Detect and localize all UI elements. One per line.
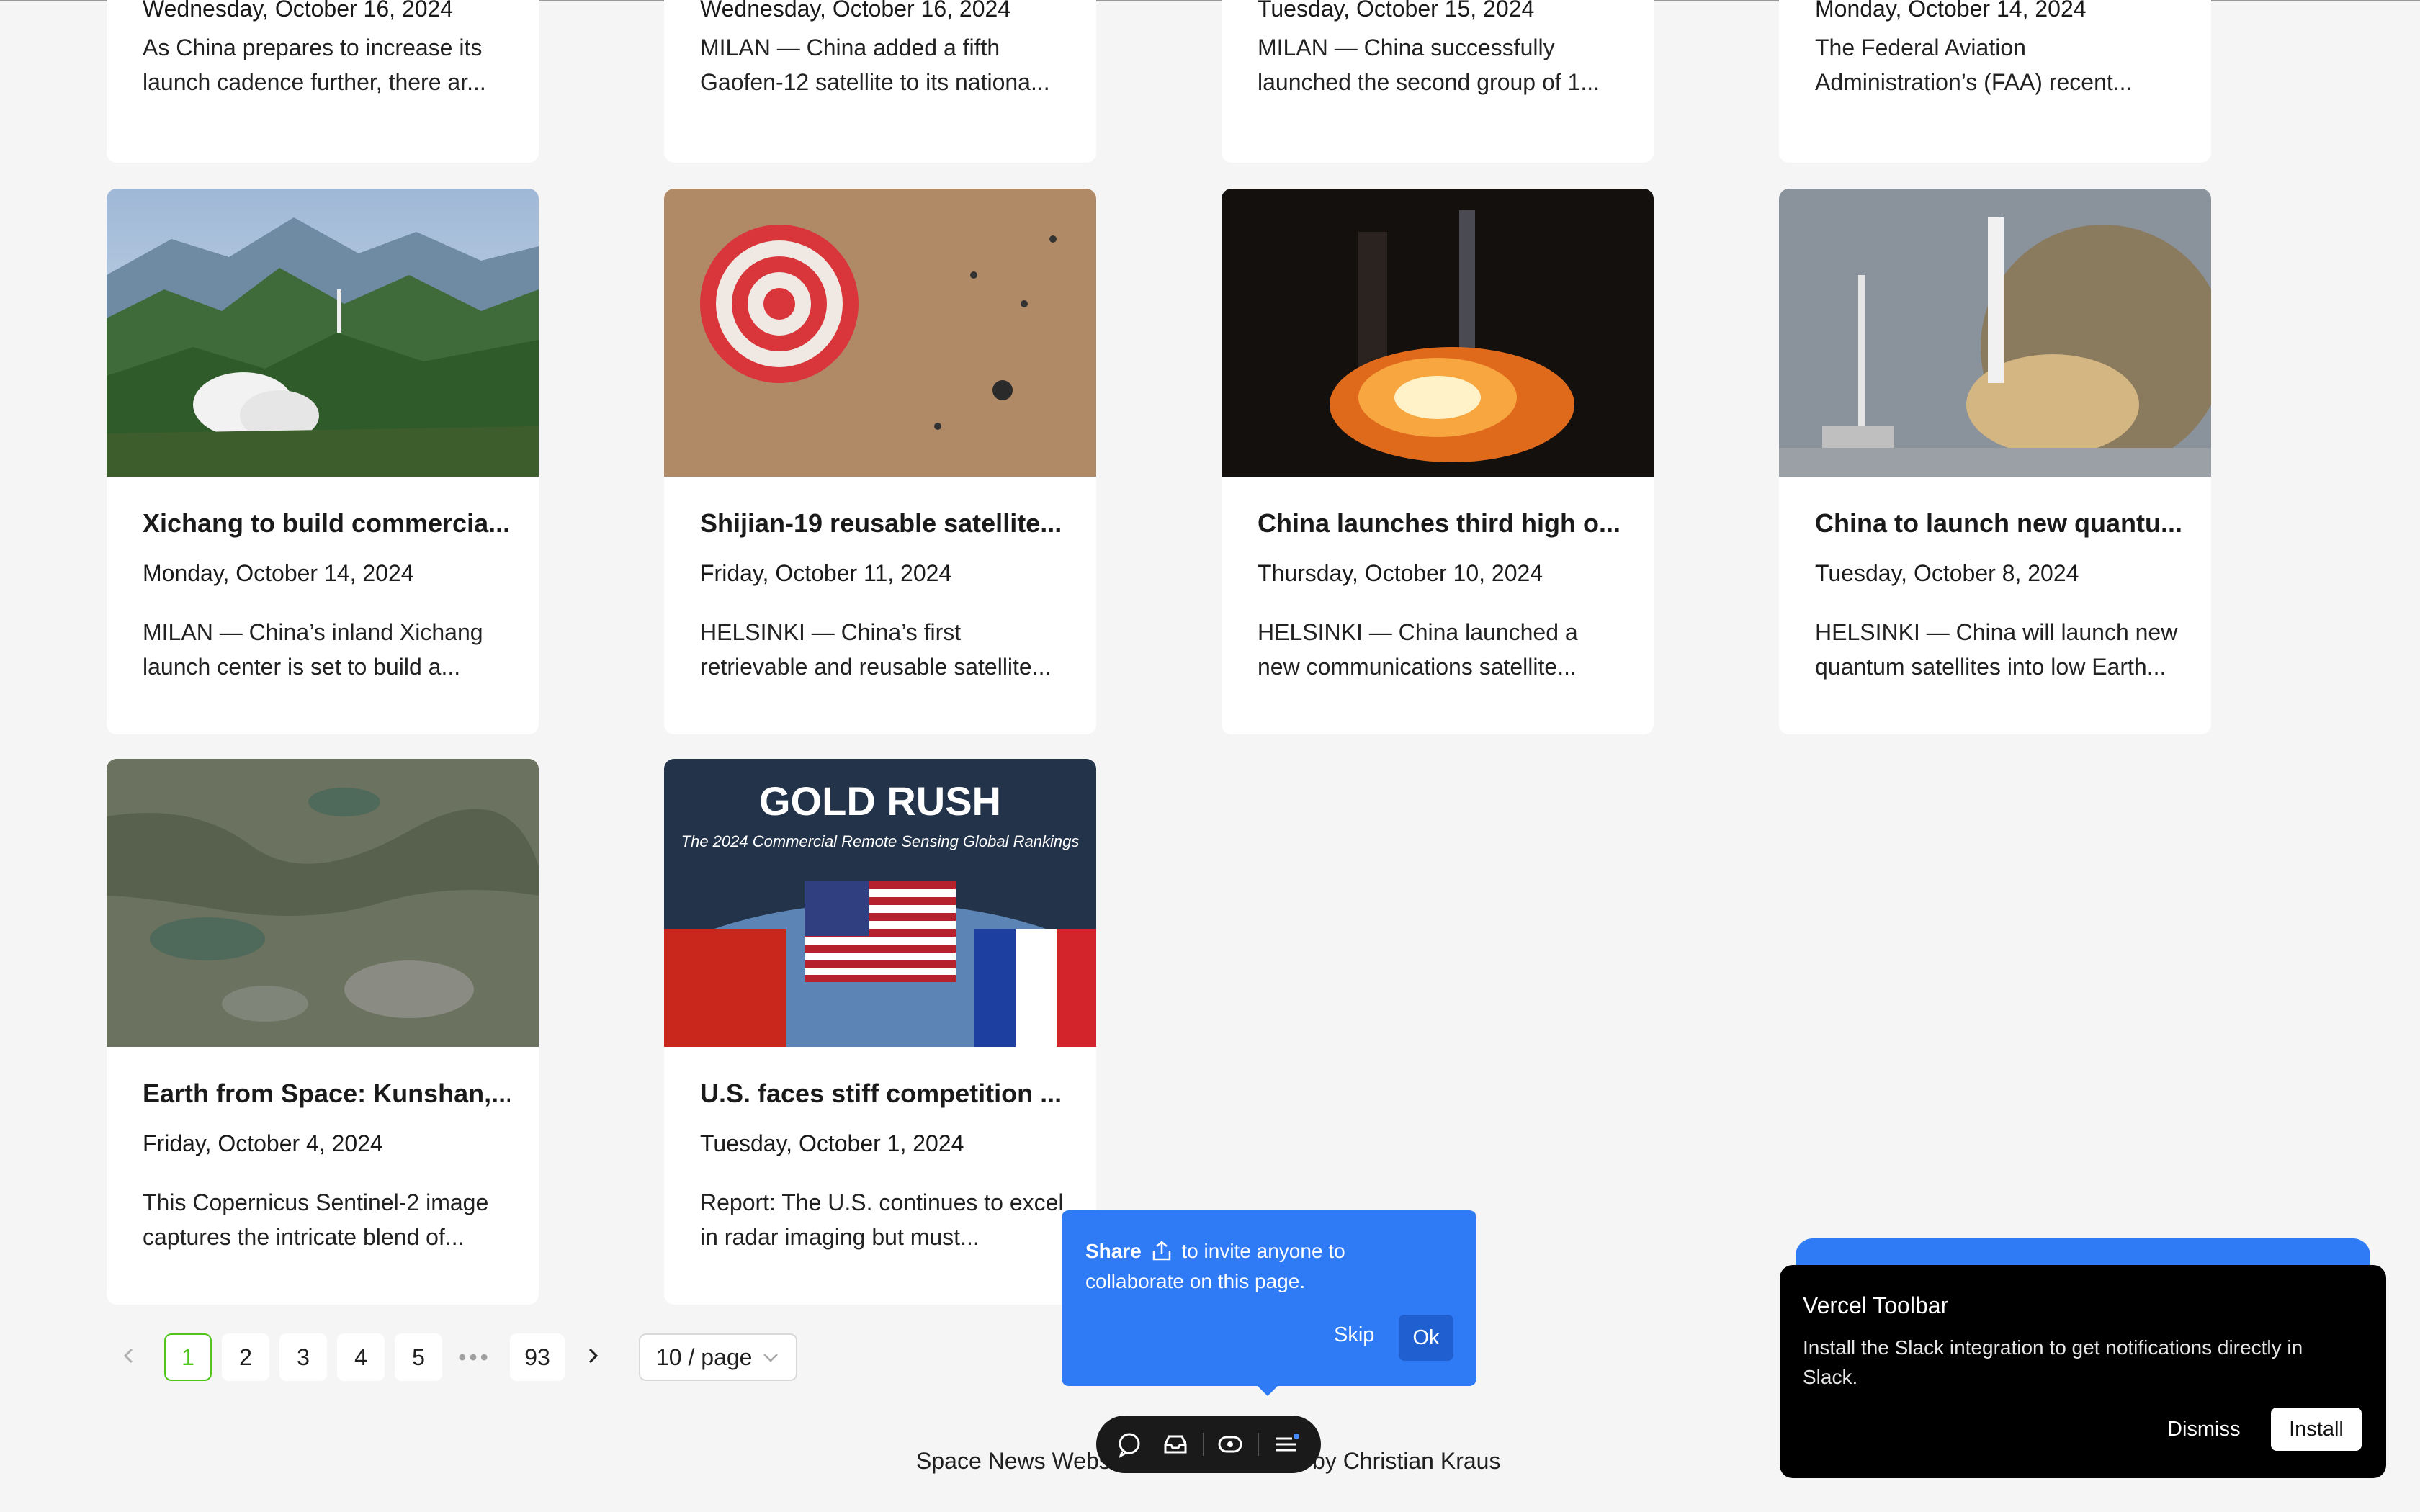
install-button[interactable]: Install <box>2271 1408 2362 1451</box>
card-date: Friday, October 11, 2024 <box>700 560 952 586</box>
page-size-select[interactable]: 10 / page <box>639 1333 797 1381</box>
next-page-button[interactable] <box>569 1333 617 1381</box>
news-card[interactable]: Earth from Space: Kunshan,... Friday, Oc… <box>107 759 539 1305</box>
card-date: Tuesday, October 15, 2024 <box>1258 0 1535 22</box>
card-title[interactable]: Earth from Space: Kunshan,... <box>143 1079 510 1109</box>
card-date: Monday, October 14, 2024 <box>143 560 414 586</box>
vercel-toolbar <box>1096 1416 1321 1473</box>
news-card[interactable]: Wednesday, October 16, 2024 As China pre… <box>107 0 539 163</box>
toast-title: Vercel Toolbar <box>1803 1292 1949 1318</box>
card-date: Friday, October 4, 2024 <box>143 1130 383 1156</box>
ok-button[interactable]: Ok <box>1399 1315 1453 1361</box>
vercel-toolbar-toast: Vercel Toolbar Install the Slack integra… <box>1780 1265 2386 1478</box>
parachute-landing-image <box>664 189 1096 477</box>
page-2-button[interactable]: 2 <box>222 1333 269 1381</box>
card-excerpt: MILAN — China added a fifth Gaofen-12 sa… <box>700 35 1050 95</box>
page-3-button[interactable]: 3 <box>279 1333 327 1381</box>
news-card[interactable]: Xichang to build commercia... Monday, Oc… <box>107 189 539 734</box>
card-excerpt: HELSINKI — China will launch new quantum… <box>1815 619 2178 680</box>
page-size-value: 10 / page <box>656 1344 753 1370</box>
menu-icon[interactable] <box>1272 1430 1301 1459</box>
share-onboarding-popover: Share to invite anyone to collaborate on… <box>1062 1210 1476 1396</box>
inbox-icon[interactable] <box>1161 1430 1190 1459</box>
night-launch-image <box>1222 189 1654 477</box>
svg-text:The 2024 Commercial Remote Sen: The 2024 Commercial Remote Sensing Globa… <box>681 832 1080 850</box>
card-title[interactable]: China to launch new quantu... <box>1815 508 2182 539</box>
share-label: Share <box>1085 1240 1142 1262</box>
card-excerpt: The Federal Aviation Administration’s (F… <box>1815 35 2133 95</box>
card-excerpt: HELSINKI — China’s first retrievable and… <box>700 619 1052 680</box>
news-card[interactable]: Wednesday, October 16, 2024 MILAN — Chin… <box>664 0 1096 163</box>
footer-text-right: by Christian Kraus <box>1312 1448 1501 1474</box>
pagination-ellipsis[interactable]: ••• <box>451 1333 498 1381</box>
card-excerpt: This Copernicus Sentinel-2 image capture… <box>143 1189 489 1250</box>
card-title[interactable]: China launches third high o... <box>1258 508 1625 539</box>
chevron-right-icon <box>583 1344 602 1371</box>
card-date: Tuesday, October 8, 2024 <box>1815 560 2079 586</box>
chevron-down-icon <box>760 1346 781 1368</box>
popover-arrow <box>1256 1385 1279 1396</box>
card-excerpt: HELSINKI — China launched a new communic… <box>1258 619 1578 680</box>
card-date: Wednesday, October 16, 2024 <box>143 0 454 22</box>
page-5-button[interactable]: 5 <box>395 1333 442 1381</box>
card-excerpt: MILAN — China successfully launched the … <box>1258 35 1600 95</box>
card-excerpt: Report: The U.S. continues to excel in r… <box>700 1189 1064 1250</box>
card-date: Thursday, October 10, 2024 <box>1258 560 1543 586</box>
footer-text-left: Space News Webs <box>916 1448 1111 1474</box>
news-card[interactable]: GOLD RUSH The 2024 Commercial Remote Sen… <box>664 759 1096 1305</box>
card-date: Tuesday, October 1, 2024 <box>700 1130 964 1156</box>
news-card[interactable]: Shijian-19 reusable satellite... Friday,… <box>664 189 1096 734</box>
news-card[interactable]: China to launch new quantu... Tuesday, O… <box>1779 189 2211 734</box>
toolbar-divider <box>1203 1433 1204 1456</box>
chevron-left-icon <box>120 1344 138 1371</box>
comment-icon[interactable] <box>1115 1430 1144 1459</box>
page-1-button[interactable]: 1 <box>164 1333 212 1381</box>
card-date: Monday, October 14, 2024 <box>1815 0 2087 22</box>
toast-description: Install the Slack integration to get not… <box>1803 1336 2303 1388</box>
skip-button[interactable]: Skip <box>1334 1323 1374 1347</box>
share-message: Share to invite anyone to collaborate on… <box>1085 1236 1446 1297</box>
page-4-button[interactable]: 4 <box>337 1333 385 1381</box>
card-title[interactable]: U.S. faces stiff competition ... <box>700 1079 1067 1109</box>
svg-text:GOLD RUSH: GOLD RUSH <box>759 778 1001 824</box>
card-title[interactable]: Shijian-19 reusable satellite... <box>700 508 1067 539</box>
dismiss-button[interactable]: Dismiss <box>2167 1418 2241 1441</box>
page-93-button[interactable]: 93 <box>510 1333 565 1381</box>
news-card[interactable]: Tuesday, October 15, 2024 MILAN — China … <box>1222 0 1654 163</box>
card-excerpt: As China prepares to increase its launch… <box>143 35 486 95</box>
card-title[interactable]: Xichang to build commercia... <box>143 508 510 539</box>
share-icon <box>1150 1240 1173 1261</box>
gold-rush-flags-image: GOLD RUSH The 2024 Commercial Remote Sen… <box>664 759 1096 1047</box>
prev-page-button[interactable] <box>105 1333 153 1381</box>
news-card[interactable]: Monday, October 14, 2024 The Federal Avi… <box>1779 0 2211 163</box>
toolbar-divider <box>1258 1433 1259 1456</box>
mountain-launch-image <box>107 189 539 477</box>
satellite-terrain-image <box>107 759 539 1047</box>
news-card[interactable]: China launches third high o... Thursday,… <box>1222 189 1654 734</box>
eye-icon[interactable] <box>1216 1430 1245 1459</box>
rocket-liftoff-image <box>1779 189 2211 477</box>
card-excerpt: MILAN — China’s inland Xichang launch ce… <box>143 619 483 680</box>
card-date: Wednesday, October 16, 2024 <box>700 0 1011 22</box>
